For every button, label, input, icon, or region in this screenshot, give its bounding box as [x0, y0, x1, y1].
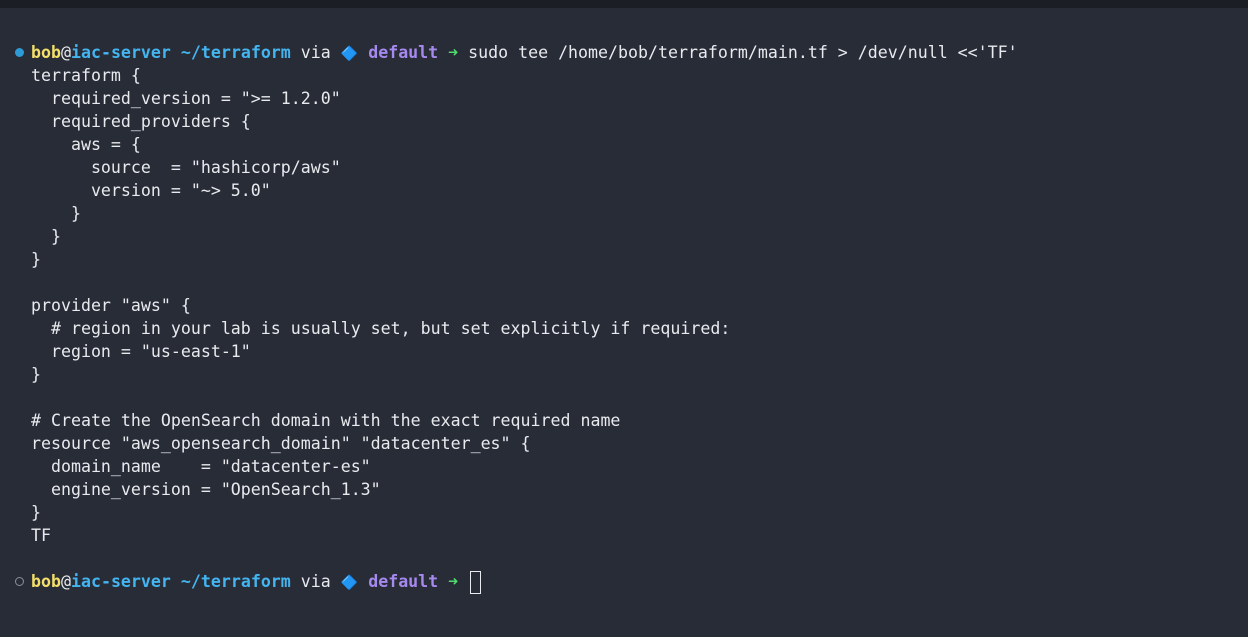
- prompt-line-2[interactable]: bob@iac-server ~/terraform via 🔷 default…: [31, 570, 482, 594]
- heredoc-line: terraform {: [31, 66, 141, 85]
- prompt-arrow-icon: ➜: [448, 572, 459, 591]
- heredoc-line: required_providers {: [31, 112, 251, 131]
- prompt-at: @: [60, 43, 71, 62]
- heredoc-line: }: [31, 250, 41, 269]
- terminal-output[interactable]: bob@iac-server ~/terraform via 🔷 default…: [0, 8, 1248, 637]
- prompt-status-dot: [15, 577, 24, 586]
- heredoc-line: required_version = ">= 1.2.0": [31, 89, 341, 108]
- workspace-diamond-icon: 🔷: [340, 575, 359, 591]
- heredoc-line: }: [31, 227, 61, 246]
- prompt-line-1: bob@iac-server ~/terraform via 🔷 default…: [31, 41, 1018, 64]
- heredoc-line: engine_version = "OpenSearch_1.3": [31, 480, 381, 499]
- heredoc-line: source = "hashicorp/aws": [31, 158, 341, 177]
- heredoc-line: domain_name = "datacenter-es": [31, 457, 371, 476]
- heredoc-line: # Create the OpenSearch domain with the …: [31, 411, 621, 430]
- text-cursor[interactable]: [470, 571, 482, 594]
- heredoc-line: }: [31, 204, 81, 223]
- command-text: sudo tee /home/bob/terraform/main.tf > /…: [468, 43, 1018, 62]
- heredoc-line: TF: [31, 526, 51, 545]
- prompt-via: via: [300, 43, 331, 62]
- heredoc-line: # region in your lab is usually set, but…: [31, 319, 731, 338]
- prompt-workspace: default: [368, 43, 439, 62]
- prompt-path: ~/terraform: [180, 572, 291, 591]
- prompt-user: bob: [31, 43, 61, 62]
- prompt-arrow-icon: ➜: [448, 43, 459, 62]
- prompt-host: iac-server: [70, 43, 171, 62]
- prompt-user: bob: [31, 572, 61, 591]
- prompt-workspace: default: [368, 572, 439, 591]
- command-status-dot: [15, 48, 24, 57]
- heredoc-line: }: [31, 503, 41, 522]
- prompt-path: ~/terraform: [180, 43, 291, 62]
- prompt-host: iac-server: [70, 572, 171, 591]
- heredoc-line: region = "us-east-1": [31, 342, 251, 361]
- window-top-bar: [0, 0, 1248, 8]
- heredoc-line: aws = {: [31, 135, 141, 154]
- heredoc-line: }: [31, 365, 41, 384]
- prompt-at: @: [60, 572, 71, 591]
- heredoc-line: provider "aws" {: [31, 296, 191, 315]
- workspace-diamond-icon: 🔷: [340, 46, 359, 62]
- heredoc-line: resource "aws_opensearch_domain" "datace…: [31, 434, 531, 453]
- prompt-via: via: [300, 572, 331, 591]
- heredoc-line: version = "~> 5.0": [31, 181, 271, 200]
